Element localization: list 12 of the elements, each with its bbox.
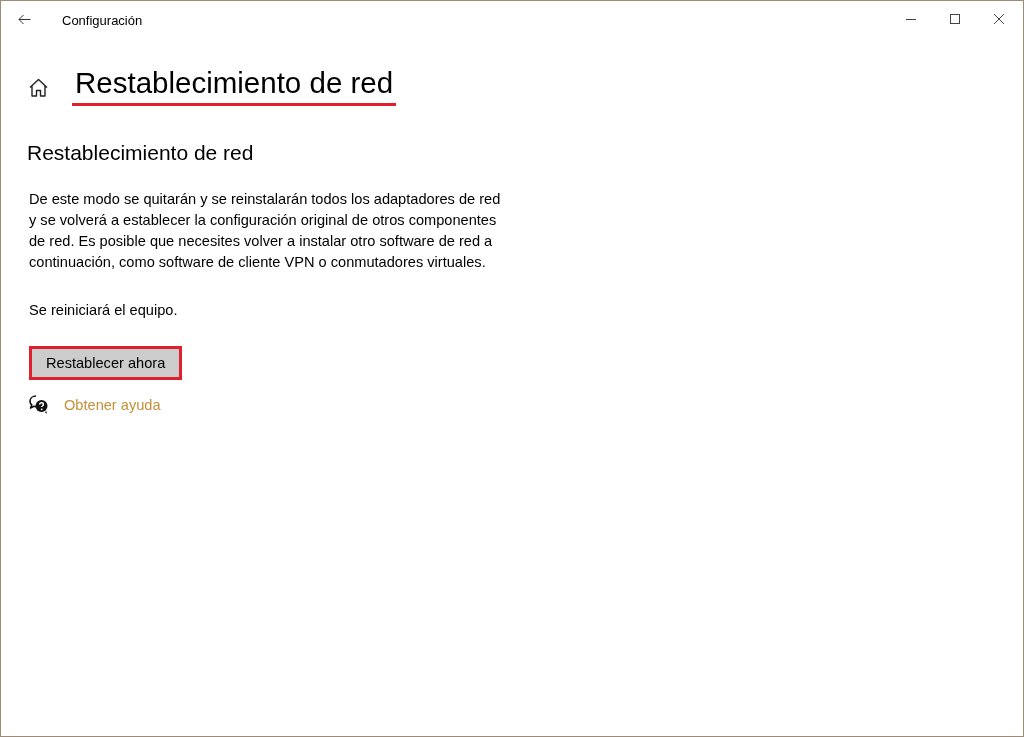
close-icon [994, 14, 1004, 24]
section-heading: Restablecimiento de red [27, 140, 254, 166]
restart-note: Se reiniciará el equipo. [29, 301, 178, 320]
description-text: De este modo se quitarán y se reinstalarán todos los adaptadores de red y se volverá a establecer la configuración original de otros componentes de red. Es posible que necesites volver a instalar otro software de red a continuación, como software de cliente VPN o conmutadores virtuales. [29, 190, 502, 272]
home-icon[interactable] [29, 78, 48, 97]
window-title: Configuración [62, 12, 143, 28]
page-title: Restablecimiento de red [72, 65, 397, 106]
help-chat-icon [29, 395, 48, 414]
back-arrow-icon [17, 13, 31, 25]
maximize-icon [950, 14, 960, 24]
minimize-icon [906, 18, 916, 20]
reset-now-button[interactable]: Restablecer ahora [29, 346, 183, 380]
